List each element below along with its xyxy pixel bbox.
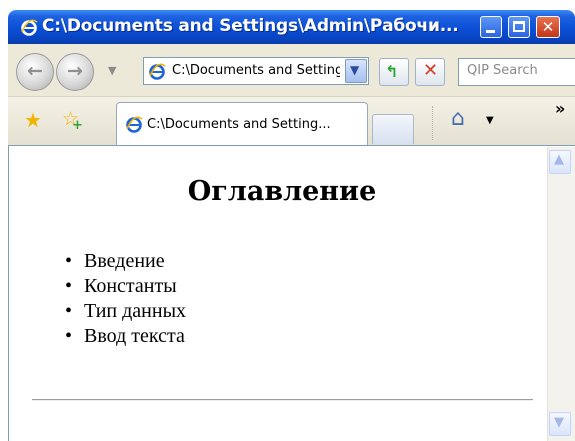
- window-title-bar[interactable]: C:\Documents and Settings\Admin\Рабочи..…: [8, 10, 575, 44]
- plus-icon: +: [72, 118, 83, 133]
- horizontal-rule: [32, 399, 533, 401]
- toc-item: Тип данных: [62, 299, 186, 324]
- maximize-icon: [513, 21, 525, 32]
- ie-page-icon: [126, 116, 143, 133]
- tab-active[interactable]: C:\Documents and Setting...: [116, 102, 368, 145]
- chevron-down-icon: ▼: [350, 63, 360, 77]
- address-dropdown-button[interactable]: ▼: [345, 59, 367, 83]
- back-button[interactable]: ←: [16, 53, 54, 91]
- toc-item: Введение: [62, 249, 186, 274]
- forward-arrow-icon: →: [67, 60, 83, 82]
- add-favorite-icon[interactable]: ☆ +: [62, 108, 83, 133]
- page-heading: Оглавление: [187, 176, 377, 207]
- close-icon: ✕: [541, 18, 555, 36]
- search-input[interactable]: [467, 63, 572, 78]
- toolbar-separator: [432, 106, 435, 140]
- new-tab-button[interactable]: [372, 114, 414, 144]
- ie-logo-icon: [21, 19, 38, 36]
- window-title: C:\Documents and Settings\Admin\Рабочи..…: [42, 16, 459, 36]
- search-box[interactable]: [458, 58, 575, 86]
- refresh-go-button[interactable]: ↰: [379, 58, 409, 86]
- close-button[interactable]: ✕: [536, 16, 560, 38]
- minimize-icon: [486, 30, 495, 33]
- ie-page-icon: [149, 63, 166, 80]
- stop-icon: ✕: [423, 60, 439, 81]
- refresh-icon: ↰: [385, 62, 399, 81]
- recent-pages-dropdown-icon[interactable]: ▼: [108, 64, 116, 77]
- forward-button[interactable]: →: [56, 53, 94, 91]
- back-arrow-icon: ←: [27, 60, 43, 82]
- stop-button[interactable]: ✕: [415, 58, 445, 86]
- chevron-up-icon: ▲: [554, 152, 564, 167]
- toc-item: Ввод текста: [62, 324, 186, 349]
- vertical-scrollbar[interactable]: [547, 147, 575, 441]
- table-of-contents: Введение Константы Тип данных Ввод текст…: [62, 249, 186, 349]
- chevron-down-icon: ▼: [554, 415, 564, 430]
- address-bar[interactable]: C:\Documents and Settings\Admin\Рабочий …: [143, 57, 369, 85]
- scroll-down-button[interactable]: ▼: [549, 412, 571, 436]
- tab-label: C:\Documents and Setting...: [147, 117, 331, 132]
- maximize-button[interactable]: [508, 16, 530, 38]
- toc-item: Константы: [62, 274, 186, 299]
- home-dropdown-icon[interactable]: ▼: [486, 115, 494, 126]
- scroll-up-button[interactable]: ▲: [549, 150, 571, 174]
- favorites-star-icon[interactable]: ★: [24, 108, 42, 132]
- more-tools-icon[interactable]: »: [555, 99, 565, 118]
- address-text[interactable]: C:\Documents and Settings\Admin\Рабочий …: [172, 63, 340, 78]
- home-icon[interactable]: ⌂: [451, 106, 465, 131]
- minimize-button[interactable]: [480, 16, 502, 38]
